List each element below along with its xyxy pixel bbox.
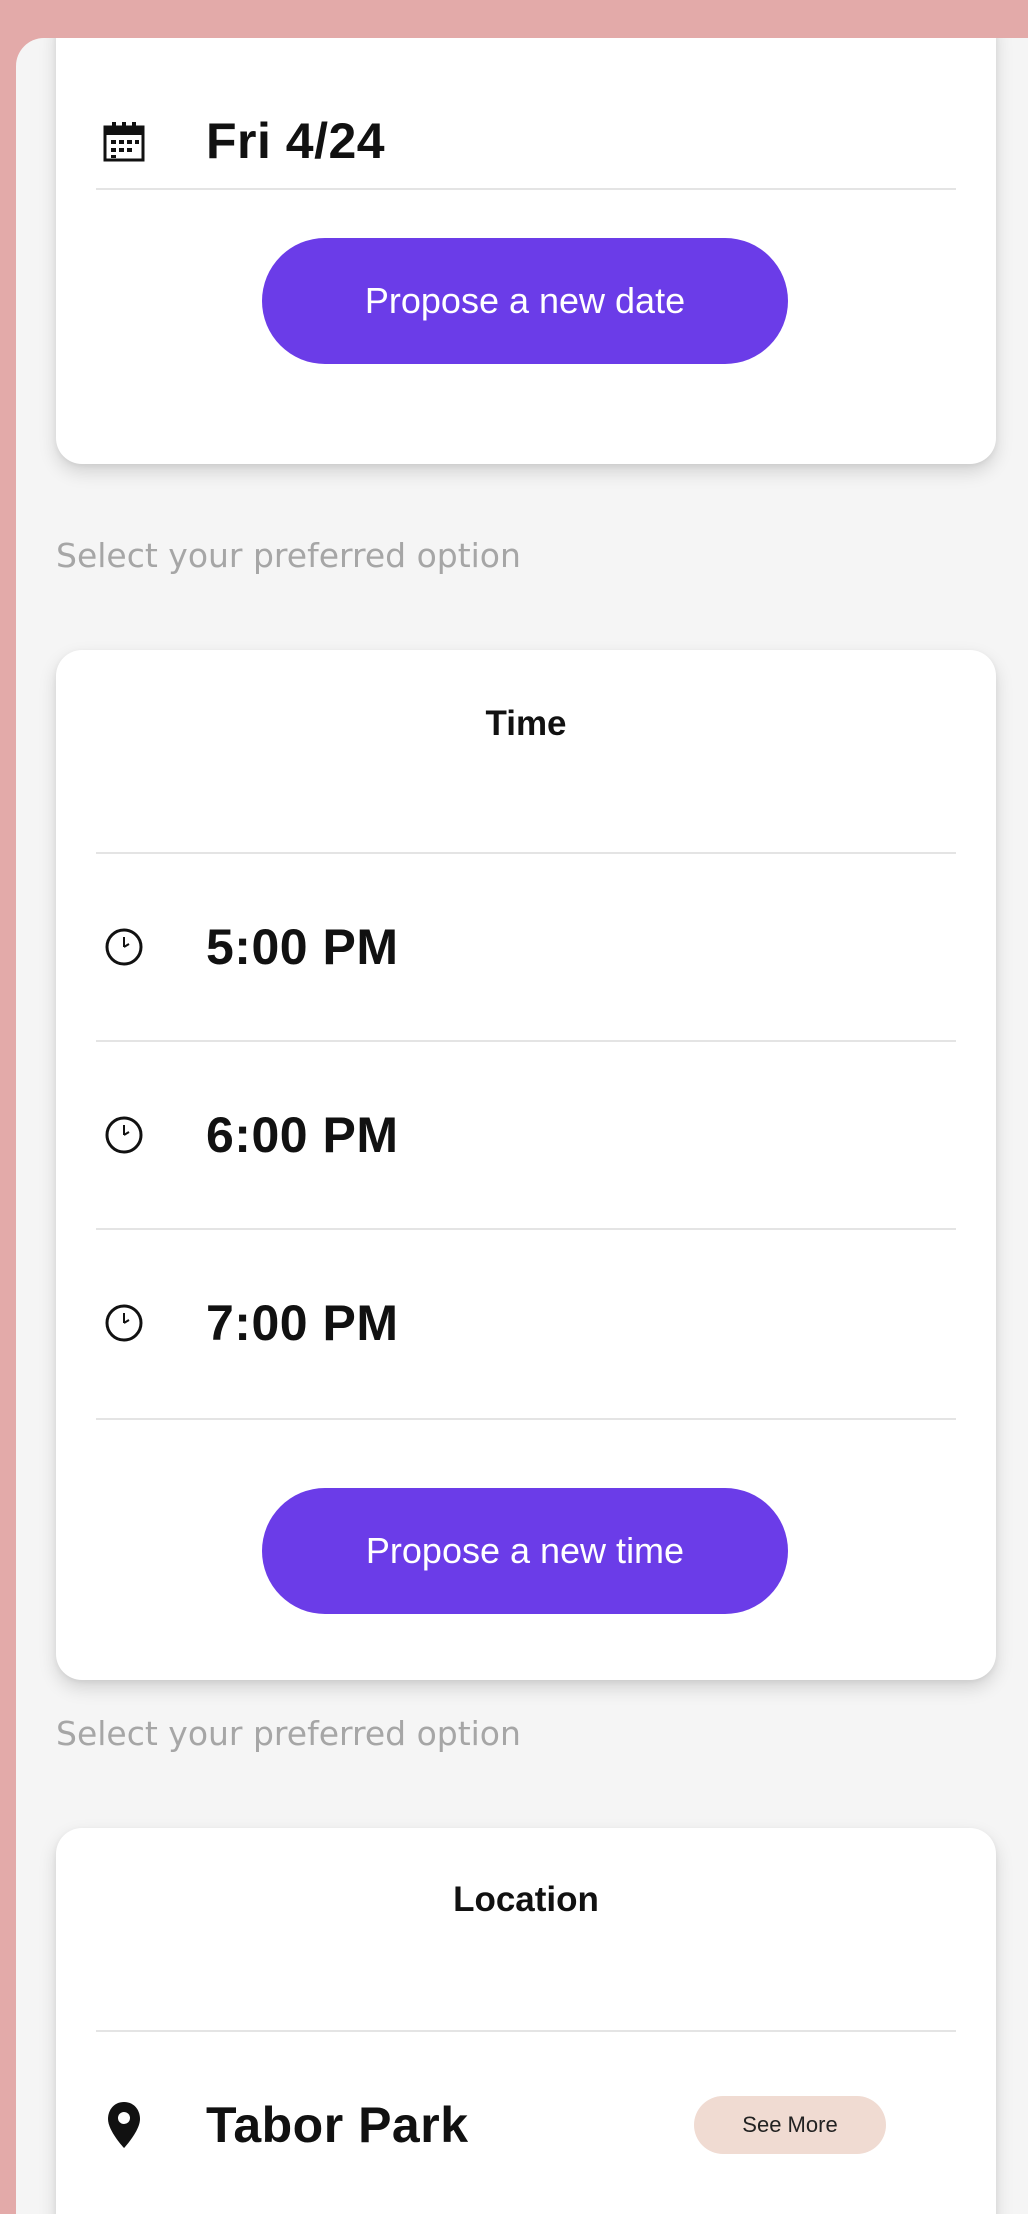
location-value: Tabor Park: [206, 2097, 469, 2153]
app-screen: Fri 4/24 Propose a new date Select your …: [16, 38, 1028, 2214]
propose-new-time-button[interactable]: Propose a new time: [262, 1488, 788, 1614]
see-more-button[interactable]: See More: [694, 2096, 886, 2154]
time-option[interactable]: 6:00 PM: [96, 1042, 956, 1228]
date-value: Fri 4/24: [206, 113, 386, 169]
time-option[interactable]: 7:00 PM: [96, 1230, 956, 1416]
time-card-title: Time: [485, 704, 567, 743]
clock-icon: [96, 919, 152, 975]
time-card: Time 5:00 PM 6:00 PM 7:00 PM Propose a n…: [56, 650, 996, 1680]
time-option[interactable]: 5:00 PM: [96, 854, 956, 1040]
propose-new-date-button[interactable]: Propose a new date: [262, 238, 788, 364]
divider: [96, 188, 956, 190]
date-card: Fri 4/24 Propose a new date: [56, 38, 996, 464]
time-value: 7:00 PM: [206, 1295, 399, 1351]
location-hint: Select your preferred option: [56, 1714, 521, 1753]
location-option[interactable]: Tabor Park See More: [96, 2032, 956, 2214]
divider: [96, 1418, 956, 1420]
clock-icon: [96, 1295, 152, 1351]
map-pin-icon: [96, 2097, 152, 2153]
clock-icon: [96, 1107, 152, 1163]
location-card: Location Tabor Park See More: [56, 1828, 996, 2214]
time-hint: Select your preferred option: [56, 536, 521, 575]
location-card-title: Location: [453, 1880, 599, 1919]
date-option[interactable]: Fri 4/24: [96, 48, 956, 234]
time-value: 6:00 PM: [206, 1107, 399, 1163]
time-value: 5:00 PM: [206, 919, 399, 975]
calendar-icon: [96, 113, 152, 169]
